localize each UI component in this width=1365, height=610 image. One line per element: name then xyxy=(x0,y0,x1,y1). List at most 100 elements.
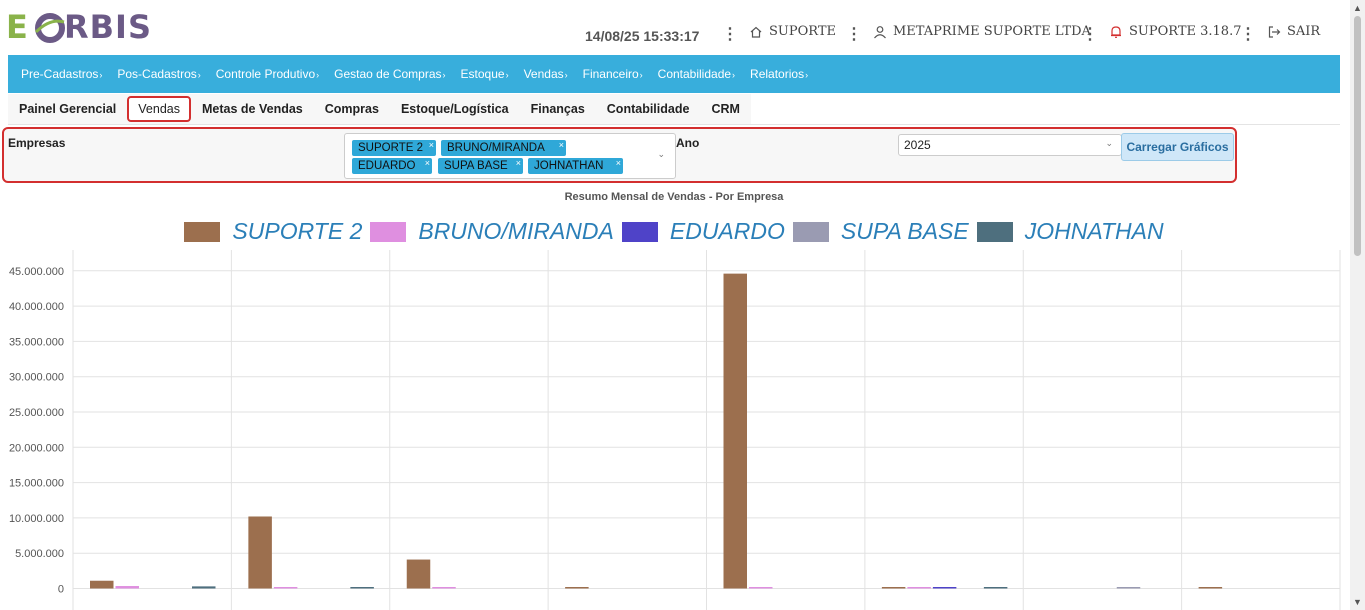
bar-johnathan xyxy=(192,586,216,589)
scroll-up-icon[interactable]: ▲ xyxy=(1353,3,1362,13)
chart-legend: SUPORTE 2 BRUNO/MIRANDA EDUARDO SUPA BAS… xyxy=(0,218,1348,245)
logo-orbit-icon xyxy=(34,13,65,43)
tabs-divider xyxy=(8,124,1340,125)
legend-item[interactable]: JOHNATHAN xyxy=(976,218,1164,245)
header-separator: ⋮ xyxy=(722,26,738,43)
bar-bruno-miranda xyxy=(273,587,298,589)
companies-multiselect[interactable]: SUPORTE 2 × BRUNO/MIRANDA × EDUARDO × SUPA … xyxy=(344,133,676,179)
bar-suporte-2 xyxy=(406,559,431,589)
y-tick-label: 10.000.000 xyxy=(9,513,64,525)
scroll-down-icon[interactable]: ▼ xyxy=(1353,597,1362,607)
tab-crm[interactable]: CRM xyxy=(700,96,750,122)
bar-suporte-2 xyxy=(881,587,906,589)
user-icon xyxy=(874,25,886,38)
bar-suporte-2 xyxy=(723,273,747,589)
bar-bruno-miranda xyxy=(907,587,931,589)
logo-text: RBIS xyxy=(64,8,152,46)
menu-gestao-compras[interactable]: Gestao de Compras› xyxy=(334,67,445,81)
chart-title: Resumo Mensal de Vendas - Por Empresa xyxy=(564,191,784,203)
legend-item[interactable]: BRUNO/MIRANDA xyxy=(370,218,614,245)
tab-estoque-logistica[interactable]: Estoque/Logística xyxy=(390,96,520,122)
support-label: SUPORTE xyxy=(769,24,836,39)
bar-bruno-miranda xyxy=(749,587,773,589)
menu-controle-produtivo[interactable]: Controle Produtivo› xyxy=(216,67,319,81)
legend-label: JOHNATHAN xyxy=(1024,218,1164,244)
tab-compras[interactable]: Compras xyxy=(314,96,390,122)
chip-remove-icon[interactable]: × xyxy=(616,155,621,171)
menu-financeiro[interactable]: Financeiro› xyxy=(583,67,643,81)
dashboard-tabs: Painel Gerencial Vendas Metas de Vendas … xyxy=(8,94,751,124)
legend-label: EDUARDO xyxy=(669,218,785,244)
chip-remove-icon[interactable]: × xyxy=(429,137,434,153)
page-scrollbar[interactable]: ▲ ▼ xyxy=(1350,0,1365,610)
y-tick-label: 5.000.000 xyxy=(15,548,64,560)
tab-painel-gerencial[interactable]: Painel Gerencial xyxy=(8,96,127,122)
menu-estoque[interactable]: Estoque› xyxy=(461,67,509,81)
bar-suporte-2 xyxy=(248,516,272,589)
header-separator: ⋮ xyxy=(1240,26,1256,43)
tab-metas-vendas[interactable]: Metas de Vendas xyxy=(191,96,314,122)
menu-contabilidade[interactable]: Contabilidade› xyxy=(658,67,735,81)
logout-icon xyxy=(1268,25,1281,38)
legend-swatch xyxy=(621,221,658,242)
legend-swatch xyxy=(370,221,407,242)
legend-item[interactable]: SUPORTE 2 xyxy=(184,218,362,245)
logout-label: SAIR xyxy=(1287,24,1321,39)
legend-item[interactable]: EDUARDO xyxy=(621,218,785,245)
bar-bruno-miranda xyxy=(432,587,456,589)
company-chip: JOHNATHAN × xyxy=(528,158,623,174)
filter-panel: Empresas SUPORTE 2 × BRUNO/MIRANDA × EDUAR… xyxy=(2,127,1237,183)
chip-remove-icon[interactable]: × xyxy=(516,155,521,171)
legend-swatch xyxy=(184,221,221,242)
legend-item[interactable]: SUPA BASE xyxy=(792,218,969,245)
y-tick-label: 0 xyxy=(58,584,64,596)
header-separator: ⋮ xyxy=(1082,26,1098,43)
menu-vendas[interactable]: Vendas› xyxy=(524,67,568,81)
y-tick-label: 30.000.000 xyxy=(9,372,64,384)
companies-label: Empresas xyxy=(8,136,66,150)
chip-remove-icon[interactable]: × xyxy=(559,137,564,153)
chevron-down-icon: ⌄ xyxy=(1105,138,1113,148)
menu-pre-cadastros[interactable]: Pre-Cadastros› xyxy=(21,67,102,81)
notifications-link[interactable]: SUPORTE 3.18.7 xyxy=(1109,24,1241,39)
scroll-thumb[interactable] xyxy=(1354,16,1361,256)
tab-financas[interactable]: Finanças xyxy=(520,96,596,122)
bar-johnathan xyxy=(350,587,374,589)
header-separator: ⋮ xyxy=(846,26,862,43)
company-chip: SUPA BASE × xyxy=(438,158,523,174)
logout-link[interactable]: SAIR xyxy=(1267,24,1320,39)
bar-johnathan xyxy=(983,587,1008,589)
version-label: SUPORTE 3.18.7 xyxy=(1129,24,1242,39)
y-tick-label: 20.000.000 xyxy=(9,442,64,454)
company-chip: SUPORTE 2 × xyxy=(352,140,436,156)
y-tick-label: 40.000.000 xyxy=(9,301,64,313)
company-chip: BRUNO/MIRANDA × xyxy=(441,140,566,156)
sales-bar-chart: 0 5.000.000 10.000.000 15.000.000 20.000.000… xyxy=(9,250,1341,610)
legend-swatch xyxy=(976,221,1013,242)
support-link[interactable]: SUPORTE xyxy=(749,24,836,39)
bar-supa-base xyxy=(1116,587,1141,589)
chip-remove-icon[interactable]: × xyxy=(425,155,430,171)
orbis-logo: E RBIS xyxy=(6,8,156,46)
menu-pos-cadastros[interactable]: Pos-Cadastros› xyxy=(117,67,200,81)
tab-vendas[interactable]: Vendas xyxy=(127,96,191,122)
year-value: 2025 xyxy=(904,138,931,152)
year-select[interactable]: 2025 ⌄ xyxy=(898,134,1122,156)
bar-bruno-miranda xyxy=(115,586,139,589)
bar-suporte-2 xyxy=(565,587,589,589)
legend-label: BRUNO/MIRANDA xyxy=(418,218,614,244)
company-chip: EDUARDO × xyxy=(352,158,432,174)
bar-suporte-2 xyxy=(1198,587,1223,589)
y-tick-label: 35.000.000 xyxy=(9,336,64,348)
tab-contabilidade[interactable]: Contabilidade xyxy=(596,96,701,122)
company-link[interactable]: METAPRIME SUPORTE LTDA xyxy=(873,24,1091,39)
bar-eduardo xyxy=(932,587,957,589)
menu-relatorios[interactable]: Relatorios› xyxy=(750,67,808,81)
home-icon xyxy=(750,26,762,38)
main-menu: Pre-Cadastros› Pos-Cadastros› Controle P… xyxy=(8,55,1340,93)
company-name: METAPRIME SUPORTE LTDA xyxy=(893,24,1091,39)
y-tick-label: 25.000.000 xyxy=(9,407,64,419)
y-tick-label: 45.000.000 xyxy=(9,266,64,278)
load-charts-button[interactable]: Carregar Gráficos xyxy=(1121,133,1234,161)
legend-label: SUPA BASE xyxy=(840,218,969,244)
